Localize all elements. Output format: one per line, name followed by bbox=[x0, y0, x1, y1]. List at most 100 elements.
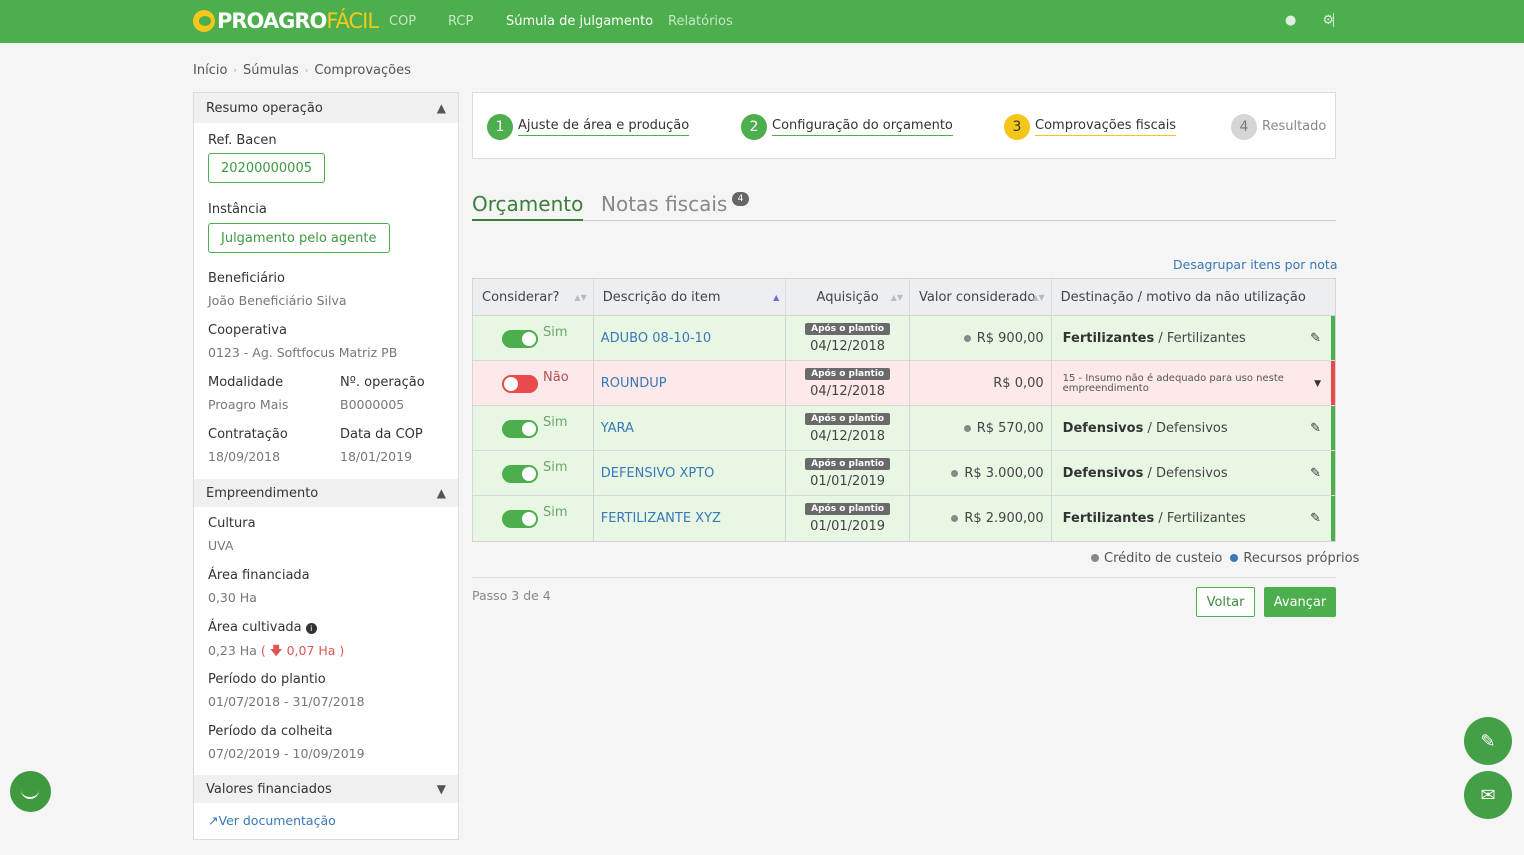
destination: Fertilizantes / Fertilizantes bbox=[1062, 331, 1246, 346]
cultura-label: Cultura bbox=[208, 516, 256, 531]
user-icon[interactable]: ● bbox=[1285, 13, 1296, 28]
pencil-icon[interactable]: ✎ bbox=[1310, 421, 1321, 436]
nav-sumula[interactable]: Súmula de julgamento bbox=[506, 14, 653, 29]
breadcrumb-inicio[interactable]: Início bbox=[193, 63, 227, 78]
logo[interactable]: PROAGROFÁCIL bbox=[193, 6, 379, 36]
non-use-reason-select[interactable]: 15 - Insumo não é adequado para uso nest… bbox=[1063, 373, 1303, 394]
chevron-up-icon[interactable]: ▲ bbox=[437, 486, 446, 500]
value: R$ 570,00 bbox=[976, 421, 1044, 436]
value: R$ 3.000,00 bbox=[964, 466, 1044, 481]
data-cop-value: 18/01/2019 bbox=[340, 449, 413, 464]
caret-down-icon[interactable]: ▼ bbox=[1314, 379, 1321, 389]
item-description-link[interactable]: DEFENSIVO XPTO bbox=[594, 466, 715, 481]
info-icon[interactable]: i bbox=[305, 623, 317, 634]
ref-bacen-label: Ref. Bacen bbox=[208, 133, 277, 148]
valores-title: Valores financiados bbox=[206, 781, 332, 797]
step-2[interactable]: 2 Configuração do orçamento bbox=[741, 114, 953, 140]
step-counter: Passo 3 de 4 bbox=[472, 588, 551, 603]
chat-fab[interactable]: ✉ bbox=[1464, 771, 1512, 819]
items-table: Considerar? ▲▼ Descrição do item ▲ Aquisiç… bbox=[472, 278, 1336, 542]
nav-cop[interactable]: COP bbox=[389, 14, 416, 29]
cooperativa-value: 0123 - Ag. Softfocus Matriz PB bbox=[208, 345, 398, 360]
acquisition-date: 01/01/2019 bbox=[810, 474, 886, 489]
consider-toggle[interactable] bbox=[502, 419, 538, 438]
area-financiada-label: Área financiada bbox=[208, 568, 310, 583]
gray-dot-icon bbox=[1091, 554, 1099, 562]
support-chat-icon[interactable] bbox=[10, 771, 51, 812]
ref-bacen-value: 20200000005 bbox=[208, 153, 325, 183]
ver-documentacao-link[interactable]: ↗Ver documentação bbox=[208, 813, 336, 828]
empreendimento-header[interactable]: Empreendimento ▲ bbox=[194, 479, 458, 507]
destination: Fertilizantes / Fertilizantes bbox=[1062, 511, 1246, 526]
acquisition-date: 04/12/2018 bbox=[810, 429, 886, 444]
edit-fab[interactable]: ✎ bbox=[1464, 717, 1512, 765]
external-link-icon: ↗ bbox=[208, 813, 219, 828]
credit-dot-icon bbox=[951, 470, 959, 477]
step-1[interactable]: 1 Ajuste de área e produção bbox=[487, 114, 690, 140]
breadcrumb-sumulas[interactable]: Súmulas bbox=[243, 63, 299, 78]
breadcrumb-comprovacoes: Comprovações bbox=[314, 63, 411, 78]
breadcrumb: Início › Súmulas › Comprovações bbox=[193, 63, 411, 78]
next-button[interactable]: Avançar bbox=[1264, 587, 1336, 617]
credit-dot-icon bbox=[963, 335, 971, 342]
cooperativa-label: Cooperativa bbox=[208, 323, 287, 338]
step-3-label: Comprovações fiscais bbox=[1035, 118, 1177, 136]
blue-dot-icon bbox=[1230, 554, 1239, 562]
beneficiario-label: Beneficiário bbox=[208, 271, 285, 286]
consider-toggle[interactable] bbox=[502, 509, 538, 528]
col-valor[interactable]: Valor considerado ▲▼ bbox=[910, 279, 1052, 316]
step-4-label: Resultado bbox=[1262, 118, 1327, 134]
col-considerar[interactable]: Considerar? ▲▼ bbox=[473, 279, 594, 316]
contratacao-label: Contratação bbox=[208, 427, 288, 442]
chevron-up-icon[interactable]: ▲ bbox=[437, 101, 446, 115]
contratacao-value: 18/09/2018 bbox=[208, 449, 281, 464]
nav-relatorios[interactable]: Relatórios bbox=[668, 14, 733, 29]
notas-count-badge: 4 bbox=[732, 192, 749, 206]
logo-sun-icon bbox=[193, 10, 215, 32]
item-description-link[interactable]: ROUNDUP bbox=[594, 376, 667, 391]
acquisition-badge: Após o plantio bbox=[805, 503, 891, 515]
consider-label: Sim bbox=[543, 460, 568, 475]
value: R$ 900,00 bbox=[976, 331, 1044, 346]
colheita-label: Período da colheita bbox=[208, 724, 333, 739]
item-description-link[interactable]: YARA bbox=[594, 421, 634, 436]
pencil-icon[interactable]: ✎ bbox=[1310, 331, 1321, 346]
tab-notas-fiscais[interactable]: Notas fiscais bbox=[601, 192, 727, 216]
row-status-bar bbox=[1331, 361, 1335, 405]
data-cop-label: Data da COP bbox=[340, 427, 423, 442]
destination: Defensivos / Defensivos bbox=[1062, 421, 1228, 436]
resumo-header[interactable]: Resumo operação ▲ bbox=[194, 93, 458, 123]
valores-header[interactable]: Valores financiados ▼ bbox=[194, 775, 458, 803]
pencil-icon[interactable]: ✎ bbox=[1310, 511, 1321, 526]
nav-rcp[interactable]: RCP bbox=[448, 14, 473, 29]
consider-label: Sim bbox=[543, 325, 568, 340]
operacao-value: B0000005 bbox=[340, 397, 405, 412]
row-status-bar bbox=[1331, 316, 1335, 360]
step-3[interactable]: 3 Comprovações fiscais bbox=[1004, 114, 1177, 140]
legend: Crédito de custeio Recursos próprios bbox=[1091, 551, 1359, 566]
area-cultivada-value: 0,23 Ha ( 🡇 0,07 Ha ) bbox=[208, 643, 345, 658]
pencil-icon[interactable]: ✎ bbox=[1310, 466, 1321, 481]
col-aquisicao[interactable]: Aquisição ▲▼ bbox=[786, 279, 910, 316]
tab-orcamento[interactable]: Orçamento bbox=[472, 192, 584, 221]
back-button[interactable]: Voltar bbox=[1196, 587, 1255, 617]
colheita-value: 07/02/2019 - 10/09/2019 bbox=[208, 746, 365, 761]
sort-asc-icon: ▲ bbox=[773, 293, 780, 302]
col-descricao[interactable]: Descrição do item ▲ bbox=[594, 279, 787, 316]
consider-toggle[interactable] bbox=[502, 329, 538, 348]
consider-toggle[interactable] bbox=[502, 374, 538, 393]
acquisition-badge: Após o plantio bbox=[805, 368, 891, 380]
acquisition-badge: Após o plantio bbox=[805, 323, 891, 335]
item-description-link[interactable]: FERTILIZANTE XYZ bbox=[594, 511, 721, 526]
step-4: 4 Resultado bbox=[1231, 114, 1326, 140]
desagrupar-link[interactable]: Desagrupar itens por nota bbox=[1173, 257, 1338, 272]
consider-toggle[interactable] bbox=[502, 464, 538, 483]
legend-credito: Crédito de custeio bbox=[1091, 551, 1222, 566]
plantio-label: Período do plantio bbox=[208, 672, 326, 687]
item-description-link[interactable]: ADUBO 08-10-10 bbox=[594, 331, 711, 346]
consider-label: Sim bbox=[543, 415, 568, 430]
value: R$ 0,00 bbox=[993, 376, 1044, 391]
logo-text-part1: PROAGRO bbox=[217, 9, 327, 33]
chevron-down-icon[interactable]: ▼ bbox=[437, 782, 446, 796]
acquisition-date: 04/12/2018 bbox=[810, 384, 886, 399]
